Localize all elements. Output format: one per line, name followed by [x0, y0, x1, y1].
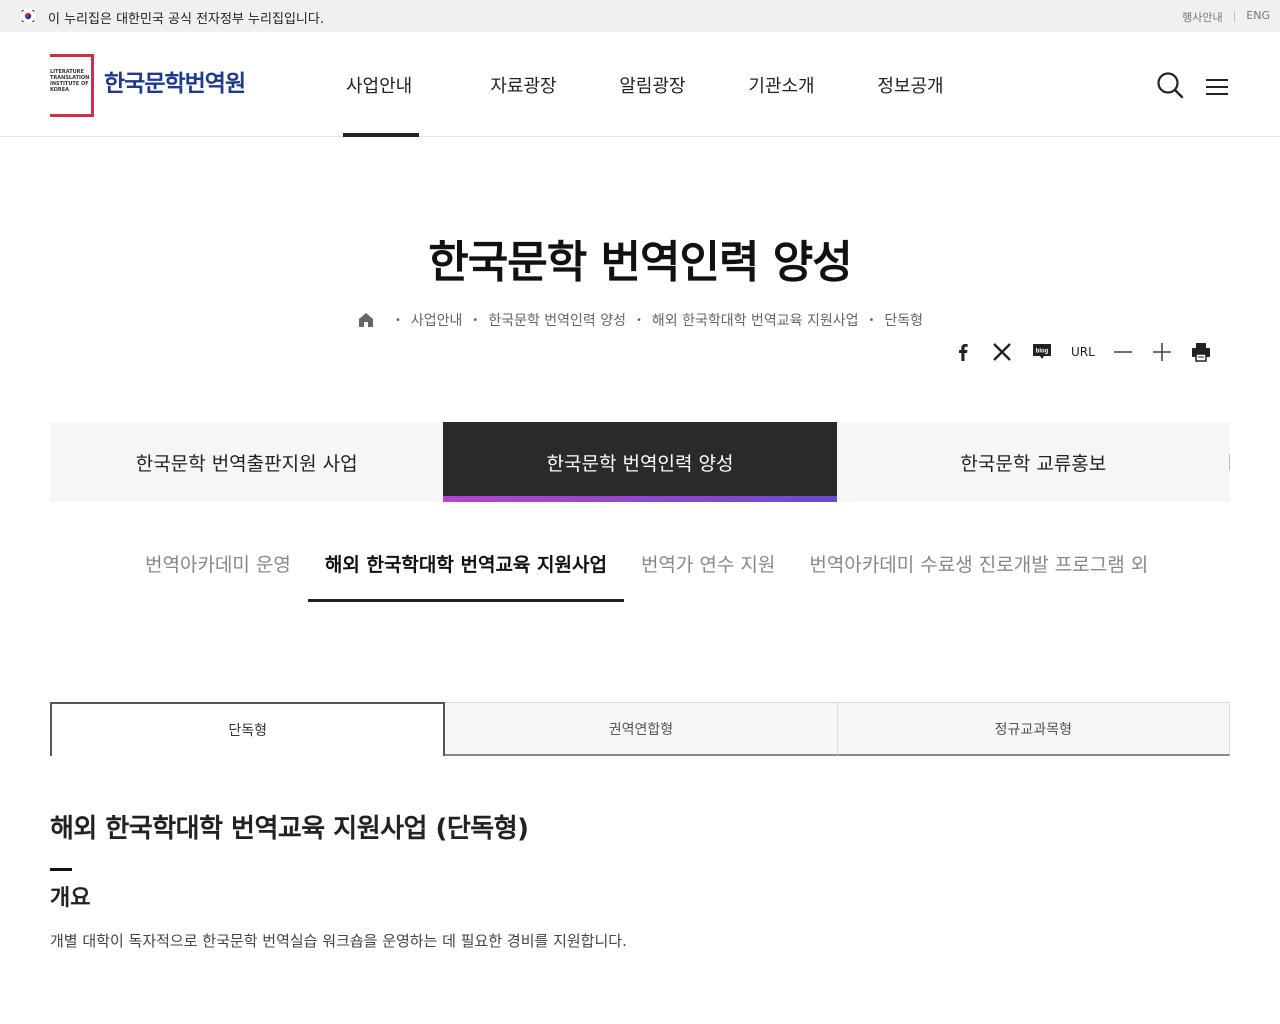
tab-translation-academy[interactable]: 번역아카데미 운영: [128, 530, 308, 602]
nav-item-notices[interactable]: 알림광장: [588, 32, 717, 137]
content-title: 해외 한국학대학 번역교육 지원사업 (단독형): [50, 814, 529, 844]
url-copy-button[interactable]: URL: [1071, 340, 1095, 364]
eng-link[interactable]: ENG: [1246, 9, 1270, 25]
depth2-tabs: 한국문학 번역출판지원 사업 한국문학 번역인력 양성 한국문학 교류홍보: [50, 422, 1231, 502]
breadcrumb-separator: •: [636, 314, 642, 326]
breadcrumb-item[interactable]: 해외 한국학대학 번역교육 지원사업: [652, 310, 859, 330]
event-link[interactable]: 행사안내: [1182, 9, 1222, 25]
logo-text: 한국문학번역원: [104, 71, 246, 97]
blog-icon-label: blog: [1036, 349, 1049, 355]
section-heading: 개요: [50, 886, 91, 911]
tab-translator-training[interactable]: 한국문학 번역인력 양성: [443, 422, 837, 502]
section-divider: [50, 868, 72, 871]
blog-icon[interactable]: blog: [1030, 340, 1054, 364]
gov-banner-text: 이 누리집은 대한민국 공식 전자정부 누리집입니다.: [48, 12, 324, 27]
print-icon[interactable]: [1190, 340, 1212, 364]
tab-translator-residency[interactable]: 번역가 연수 지원: [624, 530, 792, 602]
hamburger-menu-icon[interactable]: [1204, 76, 1230, 98]
nav-item-business[interactable]: 사업안내: [330, 32, 459, 137]
breadcrumb-separator: •: [868, 314, 875, 326]
breadcrumb-item[interactable]: 단독형: [884, 310, 923, 330]
tab-exchange-promotion[interactable]: 한국문학 교류홍보: [837, 422, 1231, 502]
util-links: 행사안내 | ENG: [1182, 9, 1270, 25]
home-icon[interactable]: [357, 311, 375, 329]
breadcrumb-separator: •: [472, 314, 479, 326]
tab-regular-course-type[interactable]: 정규교과목형: [837, 702, 1230, 756]
util-separator: |: [1232, 9, 1237, 22]
main-nav: 사업안내 자료광장 알림광장 기관소개 정보공개: [330, 32, 975, 137]
page-title: 한국문학 번역인력 양성: [428, 237, 852, 288]
breadcrumb-separator: •: [394, 314, 401, 326]
nav-item-resources[interactable]: 자료광장: [459, 32, 588, 137]
site-header: LITERATURE TRANSLATION INSTITUTE OF KORE…: [0, 32, 1280, 137]
share-toolbar: blog URL: [952, 340, 1229, 364]
tab-overseas-university-support[interactable]: 해외 한국학대학 번역교육 지원사업: [307, 530, 624, 602]
breadcrumb-item[interactable]: 사업안내: [411, 310, 463, 330]
tab-single-type[interactable]: 단독형: [50, 702, 446, 756]
x-icon[interactable]: [991, 340, 1013, 364]
zoom-out-icon[interactable]: [1112, 340, 1134, 364]
gov-banner: 이 누리집은 대한민국 공식 전자정부 누리집입니다. 행사안내 | ENG: [0, 0, 1280, 32]
korean-flag-icon: [20, 9, 36, 23]
logo-mark-text: LITERATURE TRANSLATION INSTITUTE OF KORE…: [50, 69, 90, 93]
depth3-tabs: 번역아카데미 운영 해외 한국학대학 번역교육 지원사업 번역가 연수 지원 번…: [128, 530, 1165, 602]
nav-item-disclosure[interactable]: 정보공개: [846, 32, 975, 137]
facebook-icon[interactable]: [952, 340, 974, 364]
tab-translation-publishing[interactable]: 한국문학 번역출판지원 사업: [50, 422, 443, 502]
breadcrumb-item[interactable]: 한국문학 번역인력 양성: [488, 310, 626, 330]
breadcrumb: • 사업안내 • 한국문학 번역인력 양성 • 해외 한국학대학 번역교육 지원…: [0, 310, 1280, 330]
logo-mark: LITERATURE TRANSLATION INSTITUTE OF KORE…: [50, 54, 94, 117]
tab-regional-consortium-type[interactable]: 권역연합형: [445, 702, 838, 756]
type-tabs: 단독형 권역연합형 정규교과목형: [50, 702, 1230, 756]
tab-graduate-career-program[interactable]: 번역아카데미 수료생 진로개발 프로그램 외: [792, 530, 1165, 602]
site-logo[interactable]: LITERATURE TRANSLATION INSTITUTE OF KORE…: [50, 54, 260, 118]
zoom-in-icon[interactable]: [1151, 340, 1173, 364]
section-description: 개별 대학이 독자적으로 한국문학 번역실습 워크숍을 운영하는 데 필요한 경…: [50, 932, 627, 950]
nav-item-about[interactable]: 기관소개: [717, 32, 846, 137]
search-icon[interactable]: [1155, 70, 1185, 100]
